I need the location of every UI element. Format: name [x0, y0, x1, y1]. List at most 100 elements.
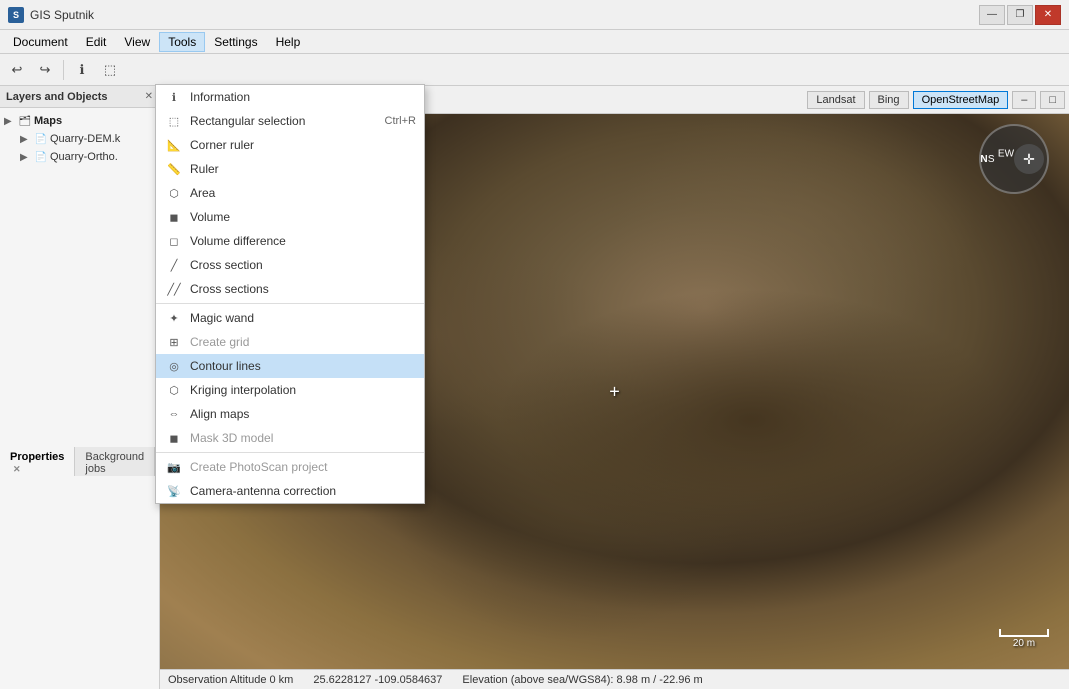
menu-settings[interactable]: Settings: [205, 32, 266, 52]
mask-3d-icon: ◼: [164, 430, 184, 446]
volume-label: Volume: [190, 210, 416, 224]
dropdown-create-photoscan: 📷 Create PhotoScan project: [156, 455, 424, 479]
dem-label: Quarry-DEM.k: [50, 133, 155, 145]
background-jobs-tab[interactable]: Background jobs: [75, 447, 155, 479]
information-icon: ℹ: [164, 89, 184, 105]
elevation-status: Elevation (above sea/WGS84): 8.98 m / -2…: [462, 674, 702, 686]
properties-tab[interactable]: Properties ✕: [0, 447, 75, 479]
app-icon: S: [8, 7, 24, 23]
menu-tools[interactable]: Tools: [159, 32, 205, 52]
coordinates-status: 25.6228127 -109.0584637: [313, 674, 442, 686]
dropdown-contour-lines[interactable]: ◎ Contour lines: [156, 354, 424, 378]
layers-close-button[interactable]: ✕: [145, 91, 153, 102]
toolbar: ↩ ↪ ℹ ⬚: [0, 54, 1069, 86]
redo-button[interactable]: ↪: [32, 57, 58, 83]
dropdown-create-grid: ⊞ Create grid: [156, 330, 424, 354]
magic-wand-icon: ✦: [164, 310, 184, 326]
openstreetmap-button[interactable]: OpenStreetMap: [913, 91, 1009, 109]
dropdown-rectangular-selection[interactable]: ⬚ Rectangular selection Ctrl+R: [156, 109, 424, 133]
landsat-button[interactable]: Landsat: [807, 91, 864, 109]
minimize-button[interactable]: —: [979, 5, 1005, 25]
select-button[interactable]: ⬚: [97, 57, 123, 83]
volume-difference-label: Volume difference: [190, 234, 416, 248]
create-grid-icon: ⊞: [164, 334, 184, 350]
dropdown-kriging-interpolation[interactable]: ⬡ Kriging interpolation: [156, 378, 424, 402]
mask-3d-label: Mask 3D model: [190, 431, 416, 445]
compass-center: ✛: [1014, 144, 1044, 174]
ortho-file-icon: 📄: [34, 150, 48, 164]
dropdown-mask-3d-model: ◼ Mask 3D model: [156, 426, 424, 450]
volume-difference-icon: ◻: [164, 233, 184, 249]
area-icon: ⬡: [164, 185, 184, 201]
layers-panel: Layers and Objects ✕ ▶ 🗂 Maps ▶ 📄 Quarry…: [0, 86, 159, 449]
bing-button[interactable]: Bing: [869, 91, 909, 109]
tree-ortho-item[interactable]: ▶ 📄 Quarry-Ortho.: [0, 148, 159, 166]
dropdown-volume[interactable]: ◼ Volume: [156, 205, 424, 229]
menu-edit[interactable]: Edit: [77, 32, 116, 52]
crosshair: +: [609, 381, 620, 402]
photoscan-icon: 📷: [164, 459, 184, 475]
toolbar-separator-1: [63, 60, 64, 80]
ortho-expand-icon[interactable]: ▶: [20, 152, 32, 163]
menu-help[interactable]: Help: [267, 32, 310, 52]
properties-content: [0, 476, 159, 689]
dropdown-ruler[interactable]: 📏 Ruler: [156, 157, 424, 181]
compass-north: N: [980, 154, 987, 165]
dropdown-volume-difference[interactable]: ◻ Volume difference: [156, 229, 424, 253]
dropdown-align-maps[interactable]: ⇔ Align maps: [156, 402, 424, 426]
rectangular-selection-icon: ⬚: [164, 113, 184, 129]
cross-sections-icon: ╱╱: [164, 281, 184, 297]
dropdown-corner-ruler[interactable]: 📐 Corner ruler: [156, 133, 424, 157]
menu-document[interactable]: Document: [4, 32, 77, 52]
dropdown-magic-wand[interactable]: ✦ Magic wand: [156, 306, 424, 330]
menubar: Document Edit View Tools Settings Help: [0, 30, 1069, 54]
maps-folder-icon: 🗂: [18, 114, 32, 128]
dropdown-cross-section[interactable]: ╱ Cross section: [156, 253, 424, 277]
restore-button[interactable]: ❐: [1007, 5, 1033, 25]
dem-expand-icon[interactable]: ▶: [20, 134, 32, 145]
maps-expand-icon[interactable]: ▶: [4, 116, 16, 127]
area-label: Area: [190, 186, 416, 200]
magic-wand-label: Magic wand: [190, 311, 416, 325]
compass[interactable]: N S E W ✛: [979, 124, 1049, 194]
scale-line: [999, 629, 1049, 637]
scale-label: 20 m: [1013, 638, 1035, 649]
ortho-label: Quarry-Ortho.: [50, 151, 155, 163]
dropdown-area[interactable]: ⬡ Area: [156, 181, 424, 205]
status-bar: Observation Altitude 0 km 25.6228127 -10…: [160, 669, 1069, 689]
close-button[interactable]: ✕: [1035, 5, 1061, 25]
dropdown-separator-2: [156, 452, 424, 453]
info-button[interactable]: ℹ: [69, 57, 95, 83]
compass-south: S: [988, 154, 995, 165]
ruler-icon: 📏: [164, 161, 184, 177]
map-minimize-button[interactable]: –: [1012, 91, 1036, 109]
dropdown-separator-1: [156, 303, 424, 304]
properties-tab-close[interactable]: ✕: [13, 464, 21, 474]
dropdown-cross-sections[interactable]: ╱╱ Cross sections: [156, 277, 424, 301]
corner-ruler-icon: 📐: [164, 137, 184, 153]
rectangular-selection-label: Rectangular selection: [190, 114, 385, 128]
dropdown-information[interactable]: ℹ Information: [156, 85, 424, 109]
tree-dem-item[interactable]: ▶ 📄 Quarry-DEM.k: [0, 130, 159, 148]
volume-icon: ◼: [164, 209, 184, 225]
kriging-icon: ⬡: [164, 382, 184, 398]
compass-ring: N S E W ✛: [979, 124, 1049, 194]
map-restore-button[interactable]: □: [1040, 91, 1065, 109]
dropdown-camera-antenna[interactable]: 📡 Camera-antenna correction: [156, 479, 424, 503]
tree-maps-item[interactable]: ▶ 🗂 Maps: [0, 112, 159, 130]
cross-sections-label: Cross sections: [190, 282, 416, 296]
menu-view[interactable]: View: [115, 32, 159, 52]
bottom-panel-header: Properties ✕ Background jobs – □: [0, 450, 159, 476]
layers-header: Layers and Objects ✕: [0, 86, 159, 108]
camera-antenna-label: Camera-antenna correction: [190, 484, 416, 498]
cross-section-icon: ╱: [164, 257, 184, 273]
left-panel: Layers and Objects ✕ ▶ 🗂 Maps ▶ 📄 Quarry…: [0, 86, 160, 689]
cross-section-label: Cross section: [190, 258, 416, 272]
undo-button[interactable]: ↩: [4, 57, 30, 83]
kriging-label: Kriging interpolation: [190, 383, 416, 397]
layers-tree: ▶ 🗂 Maps ▶ 📄 Quarry-DEM.k ▶ 📄 Quarry-Ort…: [0, 108, 159, 170]
compass-east: E: [998, 148, 1005, 159]
compass-arrows-icon: ✛: [1023, 151, 1035, 168]
layers-title: Layers and Objects: [6, 91, 108, 103]
photoscan-label: Create PhotoScan project: [190, 460, 416, 474]
